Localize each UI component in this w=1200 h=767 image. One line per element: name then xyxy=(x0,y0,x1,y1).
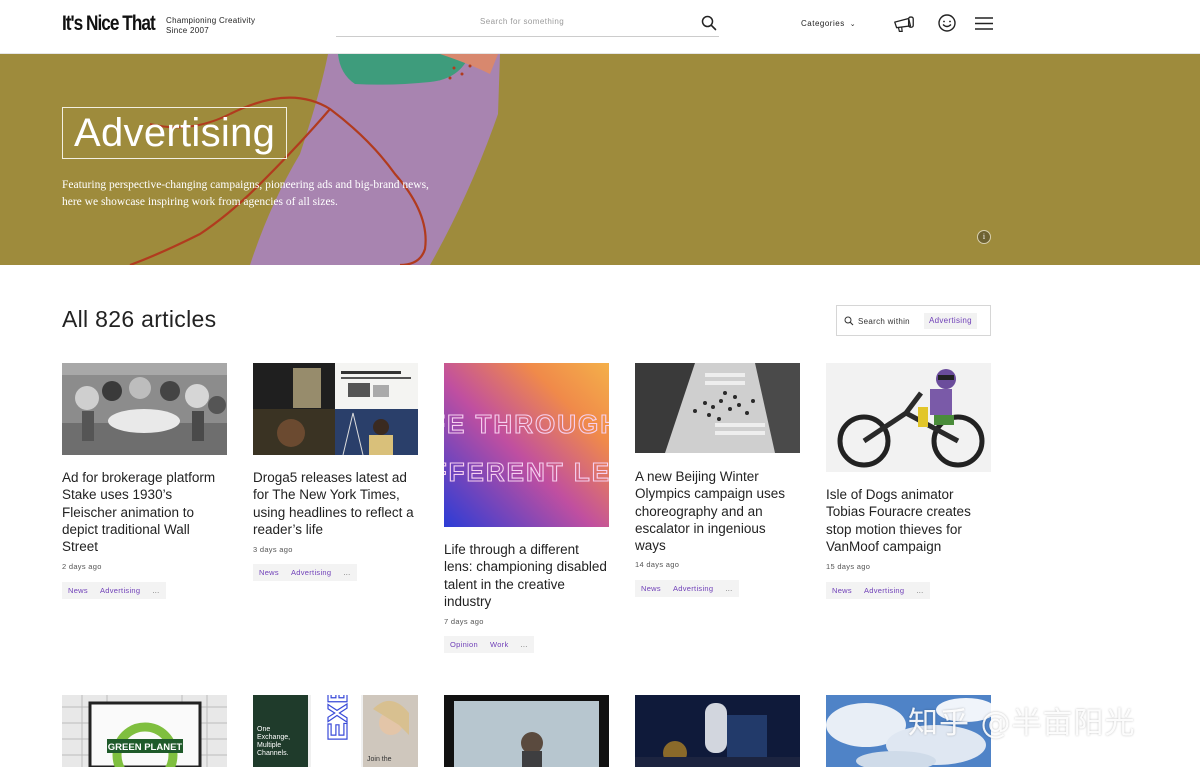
category-description: Featuring perspective-changing campaigns… xyxy=(62,179,429,208)
article-thumbnail[interactable] xyxy=(635,695,800,767)
smiley-account-icon[interactable] xyxy=(935,13,959,35)
categories-dropdown[interactable]: Categories ⌄ xyxy=(801,19,856,28)
search-icon xyxy=(844,316,854,326)
categories-label: Categories xyxy=(801,19,845,28)
tagline-line-2: Since 2007 xyxy=(166,26,210,35)
tagline-line-1: Championing Creativity xyxy=(166,16,256,25)
article-thumbnail[interactable] xyxy=(253,363,418,455)
tag-more[interactable]: ... xyxy=(719,580,738,597)
article-title[interactable]: Droga5 releases latest ad for The New Yo… xyxy=(253,469,418,538)
article-thumbnail[interactable]: LIFE THROUGH A DIFFERENT LENS xyxy=(444,363,609,527)
tag-news[interactable]: News xyxy=(253,564,285,581)
article-title[interactable]: Life through a different lens: championi… xyxy=(444,541,609,610)
article-date: 14 days ago xyxy=(635,560,680,569)
svg-text:EXE: EXE xyxy=(322,695,353,741)
hamburger-menu-icon[interactable] xyxy=(972,13,996,35)
site-header: It's Nice That Championing Creativity Si… xyxy=(0,0,1200,54)
tag-news[interactable]: News xyxy=(635,580,667,597)
header-search xyxy=(336,12,719,37)
search-within-box[interactable]: Search within Advertising xyxy=(836,305,991,336)
article-date: 2 days ago xyxy=(62,562,102,571)
tag-more[interactable]: ... xyxy=(337,564,356,581)
poster-text-line-2: DIFFERENT LENS xyxy=(444,457,609,487)
article-thumbnail[interactable] xyxy=(635,363,800,453)
hero-illustration xyxy=(129,54,500,265)
article-thumbnail[interactable]: GREEN PLANET xyxy=(62,695,227,767)
poster-text-line-1: LIFE THROUGH A xyxy=(444,409,609,439)
article-title[interactable]: Ad for brokerage platform Stake uses 193… xyxy=(62,469,227,555)
article-tags: Opinion Work ... xyxy=(444,636,534,653)
tag-advertising[interactable]: Advertising xyxy=(94,582,146,599)
article-tags: News Advertising ... xyxy=(253,564,357,581)
article-thumbnail[interactable] xyxy=(62,363,227,455)
article-thumbnail[interactable]: One Exchange, Multiple Channels. EXE Join t… xyxy=(253,695,418,767)
article-thumbnail[interactable] xyxy=(826,363,991,472)
article-date: 7 days ago xyxy=(444,617,484,626)
article-title[interactable]: Isle of Dogs animator Tobias Fouracre cr… xyxy=(826,486,991,555)
site-logo[interactable]: It's Nice That xyxy=(62,12,156,36)
article-title[interactable]: A new Beijing Winter Olympics campaign u… xyxy=(635,468,800,554)
search-within-tag[interactable]: Advertising xyxy=(924,313,977,329)
tag-opinion[interactable]: Opinion xyxy=(444,636,484,653)
search-input[interactable] xyxy=(480,17,690,26)
megaphone-icon[interactable] xyxy=(892,13,916,35)
tag-more[interactable]: ... xyxy=(515,636,534,653)
articles-count-title: All 826 articles xyxy=(62,306,217,332)
site-tagline: Championing Creativity Since 2007 xyxy=(166,16,255,36)
info-icon[interactable]: i xyxy=(977,230,991,244)
tag-work[interactable]: Work xyxy=(484,636,515,653)
tag-advertising[interactable]: Advertising xyxy=(285,564,337,581)
article-thumbnail[interactable] xyxy=(444,695,609,767)
article-date: 15 days ago xyxy=(826,562,871,571)
category-hero: Advertising Featuring perspective-changi… xyxy=(0,54,1200,265)
article-tags: News Advertising ... xyxy=(62,582,166,599)
search-within-label: Search within xyxy=(858,317,910,326)
green-planet-sign: GREEN PLANET xyxy=(108,742,183,753)
tag-advertising[interactable]: Advertising xyxy=(858,582,910,599)
article-tags: News Advertising ... xyxy=(826,582,930,599)
tag-advertising[interactable]: Advertising xyxy=(667,580,719,597)
article-tags: News Advertising ... xyxy=(635,580,739,597)
bottom-card-text-2: Join the xyxy=(367,756,392,763)
category-title: Advertising xyxy=(62,107,288,159)
search-icon[interactable] xyxy=(701,15,717,31)
article-date: 3 days ago xyxy=(253,545,293,554)
tag-more[interactable]: ... xyxy=(146,582,165,599)
chevron-down-icon: ⌄ xyxy=(849,21,857,28)
watermark-text: 知乎 @半亩阳光 xyxy=(908,706,1136,741)
tag-more[interactable]: ... xyxy=(910,582,929,599)
tag-news[interactable]: News xyxy=(62,582,94,599)
tag-news[interactable]: News xyxy=(826,582,858,599)
